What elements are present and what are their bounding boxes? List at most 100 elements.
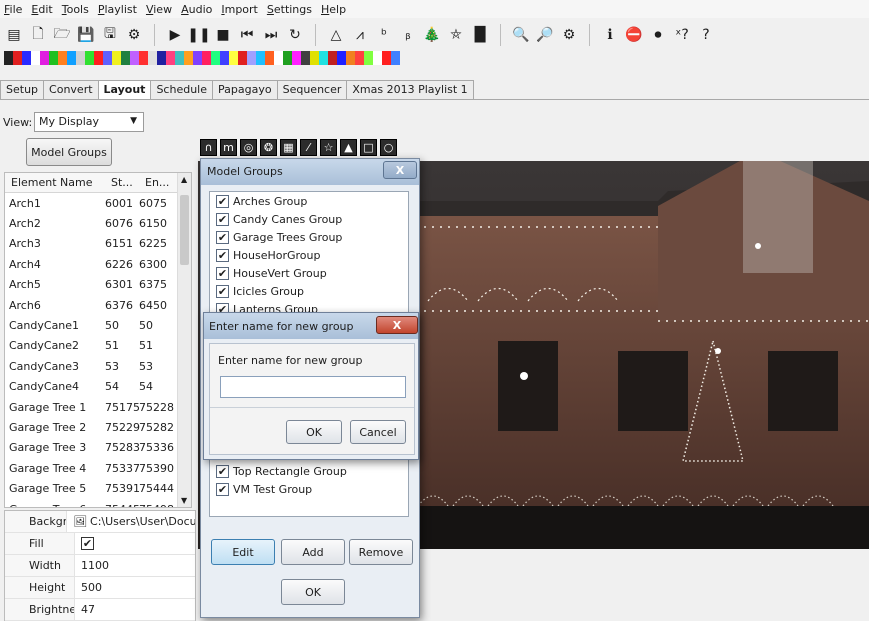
info-icon[interactable]: ℹ [600,25,620,45]
effect-swatch[interactable] [67,51,76,65]
group-checkbox[interactable]: ✔ [216,482,229,496]
group-name-input[interactable] [220,376,406,398]
arch-icon[interactable]: ∩ [200,139,217,156]
list-item[interactable]: ✔ Top Rectangle Group [210,462,408,480]
property-value[interactable]: 🖼C:\Users\User\Documen [67,511,195,532]
list-item[interactable]: ✔ Icicles Group [210,282,408,300]
stop-sign-icon[interactable]: ⛔ [624,25,644,45]
effect-swatch[interactable] [301,51,310,65]
close-button[interactable]: X [376,316,418,334]
remove-button[interactable]: Remove [349,539,413,565]
effect-swatch[interactable] [31,51,40,65]
table-row[interactable]: CandyCane4 54 54 [5,377,191,397]
table-row[interactable]: Arch2 6076 6150 [5,213,191,233]
tab-layout[interactable]: Layout [97,80,152,100]
effect-swatch[interactable] [175,51,184,65]
list-item[interactable]: ✔ Arches Group [210,192,408,210]
open-icon[interactable]: 🗁 [52,25,72,45]
edit-button[interactable]: Edit [211,539,275,565]
group-checkbox[interactable]: ✔ [216,212,229,226]
tree-icon[interactable]: 🎄 [422,25,442,45]
fill-checkbox[interactable]: ✔ [81,537,94,550]
effect-swatch[interactable] [265,51,274,65]
image-icon[interactable]: 🖼 [73,515,87,528]
effect-swatch[interactable] [310,51,319,65]
effect-swatch[interactable] [40,51,49,65]
table-row[interactable]: Arch1 6001 6075 [5,193,191,213]
menu-import[interactable]: Import [221,3,258,16]
menu-tools[interactable]: Tools [62,3,89,16]
star-icon[interactable]: ⛤ [446,25,466,45]
effect-swatch[interactable] [94,51,103,65]
ramp-icon[interactable]: ⩘ [350,25,370,45]
scrollbar-thumb[interactable] [180,195,189,265]
color-block-icon[interactable]: █ [470,25,490,45]
effect-swatch[interactable] [292,51,301,65]
effect-swatch[interactable] [121,51,130,65]
zoom-in-icon[interactable]: 🔍 [511,25,531,45]
header-element-name[interactable]: Element Name [5,173,105,192]
effect-swatch[interactable] [247,51,256,65]
effect-swatch[interactable] [184,51,193,65]
effect-swatch[interactable] [274,51,283,65]
group-checkbox[interactable]: ✔ [216,230,229,244]
group-checkbox[interactable]: ✔ [216,464,229,478]
b-up-icon[interactable]: ᵇ [374,25,394,45]
effect-swatch[interactable] [13,51,22,65]
group-checkbox[interactable]: ✔ [216,248,229,262]
effect-swatch[interactable] [202,51,211,65]
group-checkbox[interactable]: ✔ [216,194,229,208]
list-item[interactable]: ✔ Candy Canes Group [210,210,408,228]
menu-view[interactable]: View [146,3,172,16]
menu-audio[interactable]: Audio [181,3,212,16]
window-frame-icon[interactable]: □ [360,139,377,156]
model-groups-button[interactable]: Model Groups [26,138,112,166]
header-start-channel[interactable]: St... [105,173,139,192]
effect-swatch[interactable] [58,51,67,65]
table-row[interactable]: CandyCane3 53 53 [5,356,191,376]
effect-swatch[interactable] [148,51,157,65]
table-row[interactable]: Garage Tree 67544575498 [5,499,191,507]
tab-schedule[interactable]: Schedule [150,80,214,100]
effect-swatch[interactable] [211,51,220,65]
list-item[interactable]: ✔ HouseVert Group [210,264,408,282]
effect-swatch[interactable] [319,51,328,65]
new-icon[interactable]: ▤ [4,25,24,45]
effect-swatch[interactable] [49,51,58,65]
effect-swatch[interactable] [391,51,400,65]
fast-forward-icon[interactable]: ⏭ [261,25,281,45]
zoom-out-icon[interactable]: 🔎 [535,25,555,45]
triangle-icon[interactable]: △ [326,25,346,45]
effect-swatch[interactable] [256,51,265,65]
tab-xmas-2013-playlist-1[interactable]: Xmas 2013 Playlist 1 [346,80,474,100]
effect-swatch[interactable] [193,51,202,65]
tab-setup[interactable]: Setup [0,80,45,100]
effect-swatch[interactable] [220,51,229,65]
circle-icon[interactable]: ◎ [240,139,257,156]
list-item[interactable]: ✔ VM Test Group [210,480,408,498]
effect-swatch[interactable] [4,51,13,65]
matrix-icon[interactable]: ▦ [280,139,297,156]
pause-icon[interactable]: ❚❚ [187,25,210,45]
effect-swatch[interactable] [364,51,373,65]
effect-swatch[interactable] [373,51,382,65]
menu-edit[interactable]: Edit [31,3,52,16]
record-icon[interactable]: ⏺ [648,25,668,45]
effect-swatch[interactable] [130,51,139,65]
effect-swatch[interactable] [76,51,85,65]
list-item[interactable]: ✔ Garage Trees Group [210,228,408,246]
table-row[interactable]: Garage Tree 1 75175 75228 [5,397,191,417]
effect-swatch[interactable] [103,51,112,65]
star-icon[interactable]: ☆ [320,139,337,156]
scroll-up-icon[interactable]: ▲ [181,175,187,184]
effect-swatch[interactable] [283,51,292,65]
effect-swatch[interactable] [382,51,391,65]
effect-swatch[interactable] [229,51,238,65]
line-icon[interactable]: ⁄ [300,139,317,156]
repeat-icon[interactable]: ↻ [285,25,305,45]
group-checkbox[interactable]: ✔ [216,266,229,280]
menu-playlist[interactable]: Playlist [98,3,137,16]
menu-help[interactable]: Help [321,3,346,16]
menu-settings[interactable]: Settings [267,3,312,16]
effect-swatch[interactable] [346,51,355,65]
